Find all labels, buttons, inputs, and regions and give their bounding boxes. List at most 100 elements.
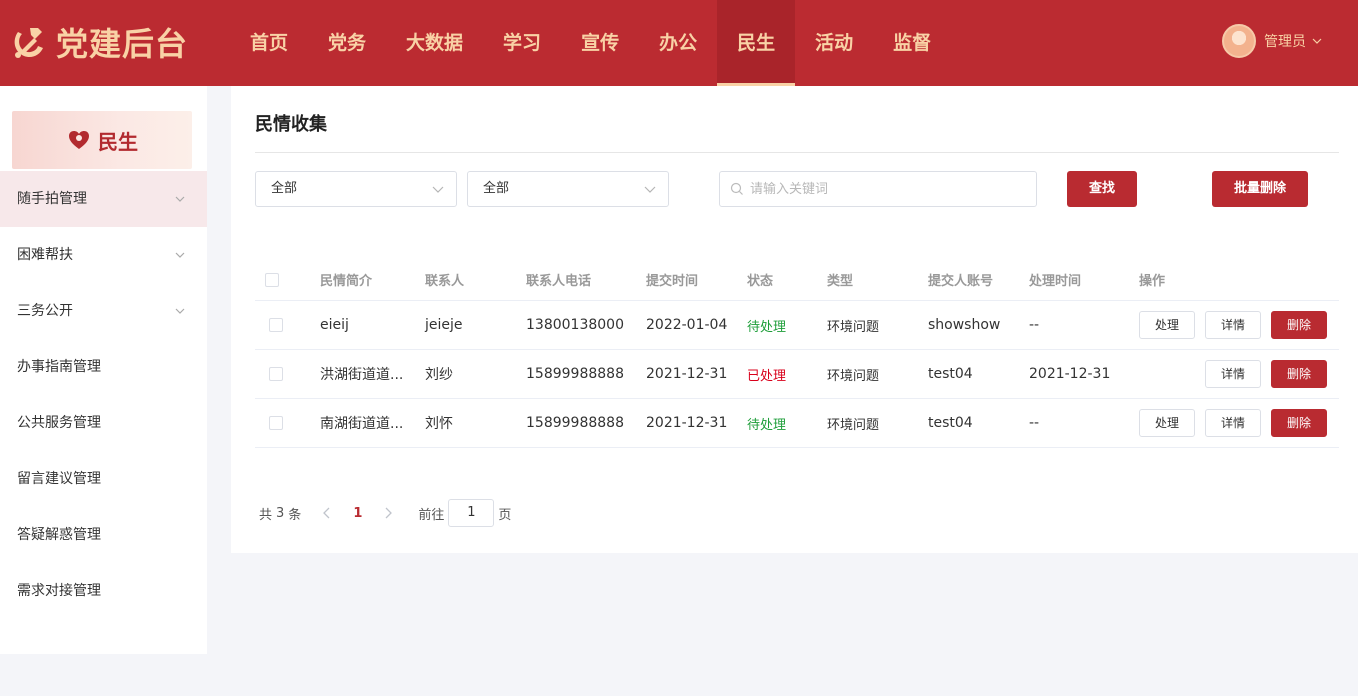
cell-phone: 15899988888 xyxy=(526,415,624,431)
cell-type: 环境问题 xyxy=(827,368,880,384)
filter-select-2[interactable]: 全部 xyxy=(467,171,669,207)
main-nav: 首页 党务 大数据 学习 宣传 办公 民生 活动 监督 xyxy=(230,0,951,86)
sidebar-item-0[interactable]: 随手拍管理 xyxy=(0,171,207,227)
chevron-down-icon xyxy=(175,252,185,258)
sidebar-item-label: 答疑解惑管理 xyxy=(17,527,101,543)
cell-brief: 洪湖街道道... xyxy=(320,367,404,383)
search-input[interactable] xyxy=(750,172,1030,206)
column-header: 处理时间 xyxy=(1029,274,1082,289)
batch-delete-button[interactable]: 批量删除 xyxy=(1212,171,1308,207)
pagination-page-1[interactable]: 1 xyxy=(353,506,362,521)
column-header: 提交时间 xyxy=(646,274,699,289)
search-button[interactable]: 查找 xyxy=(1067,171,1137,207)
sidebar-item-label: 公共服务管理 xyxy=(17,415,101,431)
cell-status: 待处理 xyxy=(747,319,787,335)
filter-select-1[interactable]: 全部 xyxy=(255,171,457,207)
detail-button[interactable]: 详情 xyxy=(1205,409,1261,437)
nav-item-3[interactable]: 学习 xyxy=(483,0,561,86)
table-row: 南湖街道道... 刘怀 15899988888 2021-12-31 待处理 环境问题 te… xyxy=(255,399,1339,448)
nav-item-0[interactable]: 首页 xyxy=(230,0,308,86)
chevron-down-icon xyxy=(175,308,185,314)
pagination-page-suffix: 页 xyxy=(498,507,512,523)
nav-item-6[interactable]: 民生 xyxy=(717,0,796,86)
sidebar-item-3[interactable]: 办事指南管理 xyxy=(0,339,207,395)
cell-submit-time: 2021-12-31 xyxy=(646,415,728,431)
chevron-right-icon[interactable] xyxy=(380,505,396,521)
sidebar-banner: 民生 xyxy=(12,111,192,169)
cell-status: 已处理 xyxy=(747,368,787,384)
search-icon xyxy=(730,182,743,195)
row-checkbox[interactable] xyxy=(269,416,283,430)
row-checkbox[interactable] xyxy=(269,367,283,381)
column-header: 操作 xyxy=(1139,274,1166,289)
sidebar-menu: 随手拍管理困难帮扶三务公开办事指南管理 公共服务管理 留言建议管理 答疑解惑管理 需求对… xyxy=(0,171,207,619)
top-navigation-bar: 党建后台 首页 党务 大数据 学习 宣传 办公 民生 活动 监督 管理员 xyxy=(0,0,1358,86)
cell-handle-time: -- xyxy=(1029,415,1040,431)
filter-select-2-value: 全部 xyxy=(483,181,510,196)
table-row: 洪湖街道道... 刘纱 15899988888 2021-12-31 已处理 环境问题 te… xyxy=(255,350,1339,399)
column-header: 类型 xyxy=(827,274,854,289)
main-panel: 民情收集 全部 全部 查找 批量删除 民情简介 联系人 联系人电话 提交时间 状态 类型 提… xyxy=(231,86,1358,553)
sidebar-item-1[interactable]: 困难帮扶 xyxy=(0,227,207,283)
delete-button[interactable]: 删除 xyxy=(1271,409,1327,437)
cell-account: test04 xyxy=(928,366,973,382)
cell-handle-time: 2021-12-31 xyxy=(1029,366,1111,382)
sidebar-item-label: 随手拍管理 xyxy=(17,191,87,207)
chevron-left-icon[interactable] xyxy=(319,505,335,521)
nav-item-7[interactable]: 活动 xyxy=(795,0,873,86)
cell-contact: jeieje xyxy=(425,317,463,333)
column-header: 联系人电话 xyxy=(526,274,592,289)
sidebar: 民生 随手拍管理困难帮扶三务公开办事指南管理 公共服务管理 留言建议管理 答疑解惑管理… xyxy=(0,86,207,654)
sidebar-item-2[interactable]: 三务公开 xyxy=(0,283,207,339)
party-emblem-icon xyxy=(14,28,43,58)
delete-button[interactable]: 删除 xyxy=(1271,360,1327,388)
cell-submit-time: 2021-12-31 xyxy=(646,366,728,382)
detail-button[interactable]: 详情 xyxy=(1205,311,1261,339)
nav-item-4[interactable]: 宣传 xyxy=(561,0,639,86)
page-title: 民情收集 xyxy=(255,114,327,135)
delete-button[interactable]: 删除 xyxy=(1271,311,1327,339)
select-all-checkbox[interactable] xyxy=(265,272,279,287)
row-checkbox[interactable] xyxy=(269,318,283,332)
column-header: 状态 xyxy=(747,274,774,289)
cell-contact: 刘怀 xyxy=(425,416,453,432)
detail-button[interactable]: 详情 xyxy=(1205,360,1261,388)
sidebar-item-label: 办事指南管理 xyxy=(17,359,101,375)
table-row: eieij jeieje 13800138000 2022-01-04 待处理 环境问题 s… xyxy=(255,301,1339,350)
heart-hands-icon xyxy=(69,131,89,149)
cell-phone: 15899988888 xyxy=(526,366,624,382)
nav-item-8[interactable]: 监督 xyxy=(873,0,951,86)
cell-submit-time: 2022-01-04 xyxy=(646,317,728,333)
cell-type: 环境问题 xyxy=(827,319,880,335)
table-header-row: 民情简介 联系人 联系人电话 提交时间 状态 类型 提交人账号 处理时间 操作 xyxy=(255,259,1339,301)
nav-item-1[interactable]: 党务 xyxy=(308,0,386,86)
chevron-down-icon xyxy=(175,196,185,202)
pagination-total-prefix: 共 xyxy=(259,507,273,523)
app-title: 党建后台 xyxy=(56,25,189,63)
cell-account: test04 xyxy=(928,415,973,431)
column-header: 提交人账号 xyxy=(928,274,994,289)
sidebar-item-label: 需求对接管理 xyxy=(17,583,101,599)
avatar[interactable] xyxy=(1222,24,1256,58)
pagination: 共 3 条 1 前往 1 页 xyxy=(259,499,511,527)
chevron-down-icon xyxy=(1312,38,1322,44)
nav-item-5[interactable]: 办公 xyxy=(639,0,717,86)
pagination-goto-input[interactable]: 1 xyxy=(448,499,495,527)
sidebar-item-6[interactable]: 答疑解惑管理 xyxy=(0,507,207,563)
user-menu[interactable]: 管理员 xyxy=(1222,24,1322,58)
cell-type: 环境问题 xyxy=(827,417,880,433)
sidebar-item-4[interactable]: 公共服务管理 xyxy=(0,395,207,451)
user-name: 管理员 xyxy=(1264,34,1306,50)
pagination-goto-label: 前往 xyxy=(418,507,445,523)
brand[interactable]: 党建后台 xyxy=(8,20,188,64)
nav-item-2[interactable]: 大数据 xyxy=(386,0,483,86)
process-button[interactable]: 处理 xyxy=(1139,311,1195,339)
process-button[interactable]: 处理 xyxy=(1139,409,1195,437)
cell-contact: 刘纱 xyxy=(425,367,453,383)
sidebar-item-7[interactable]: 需求对接管理 xyxy=(0,563,207,619)
sidebar-item-label: 困难帮扶 xyxy=(17,247,73,263)
sidebar-item-5[interactable]: 留言建议管理 xyxy=(0,451,207,507)
pagination-total-suffix: 条 xyxy=(288,507,302,523)
sidebar-item-label: 留言建议管理 xyxy=(17,471,101,487)
chevron-down-icon xyxy=(644,186,656,193)
